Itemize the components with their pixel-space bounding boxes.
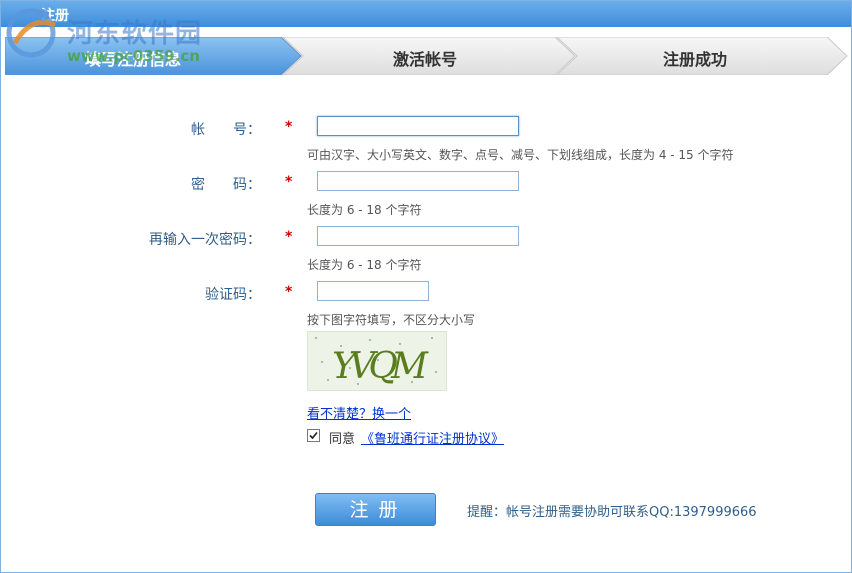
agreement-link[interactable]: 《鲁班通行证注册协议》 <box>361 428 504 447</box>
step-3-label: 注册成功 <box>663 50 728 69</box>
refresh-captcha-link[interactable]: 看不清楚？换一个 <box>307 403 411 422</box>
agree-label: 同意 <box>329 432 356 447</box>
register-submit-button[interactable]: 注册 <box>315 493 436 526</box>
password-confirm-hint: 长度为 6 - 18 个字符 <box>307 258 422 272</box>
captcha-required-mark: * <box>285 284 293 300</box>
step-2-label: 激活帐号 <box>393 50 458 69</box>
captcha-input[interactable] <box>317 281 429 301</box>
captcha-text: YVQM <box>332 346 429 387</box>
agree-checkbox[interactable] <box>307 429 320 442</box>
registration-window: 注册 填写注册信息 激活帐号 注册成功 河东软件园 www.pc0359.cn <box>0 0 852 573</box>
watermark-site-name: 河东软件园 <box>67 19 203 49</box>
watermark-logo-icon <box>6 8 56 58</box>
captcha-image[interactable]: YVQM <box>307 331 447 391</box>
captcha-label: 验证码： <box>205 287 261 303</box>
password-label: 密 码： <box>191 177 261 193</box>
password-required-mark: * <box>285 174 293 190</box>
password-confirm-input[interactable] <box>317 226 519 246</box>
support-reminder: 提醒：帐号注册需要协助可联系QQ:1397999666 <box>467 505 757 520</box>
account-input[interactable] <box>317 116 519 136</box>
checkmark-icon <box>309 431 318 440</box>
captcha-hint: 按下图字符填写，不区分大小写 <box>307 313 476 327</box>
account-label: 帐 号： <box>191 122 261 138</box>
captcha-noise: YVQM <box>315 337 437 387</box>
password-confirm-label: 再输入一次密码： <box>149 232 261 248</box>
password-input[interactable] <box>317 171 519 191</box>
password-confirm-required-mark: * <box>285 229 293 245</box>
account-hint: 可由汉字、大小写英文、数字、点号、减号、下划线组成，长度为 4 - 15 个字符 <box>307 148 734 162</box>
watermark-url: www.pc0359.cn <box>67 47 200 65</box>
password-hint: 长度为 6 - 18 个字符 <box>307 203 422 217</box>
account-required-mark: * <box>285 119 293 135</box>
